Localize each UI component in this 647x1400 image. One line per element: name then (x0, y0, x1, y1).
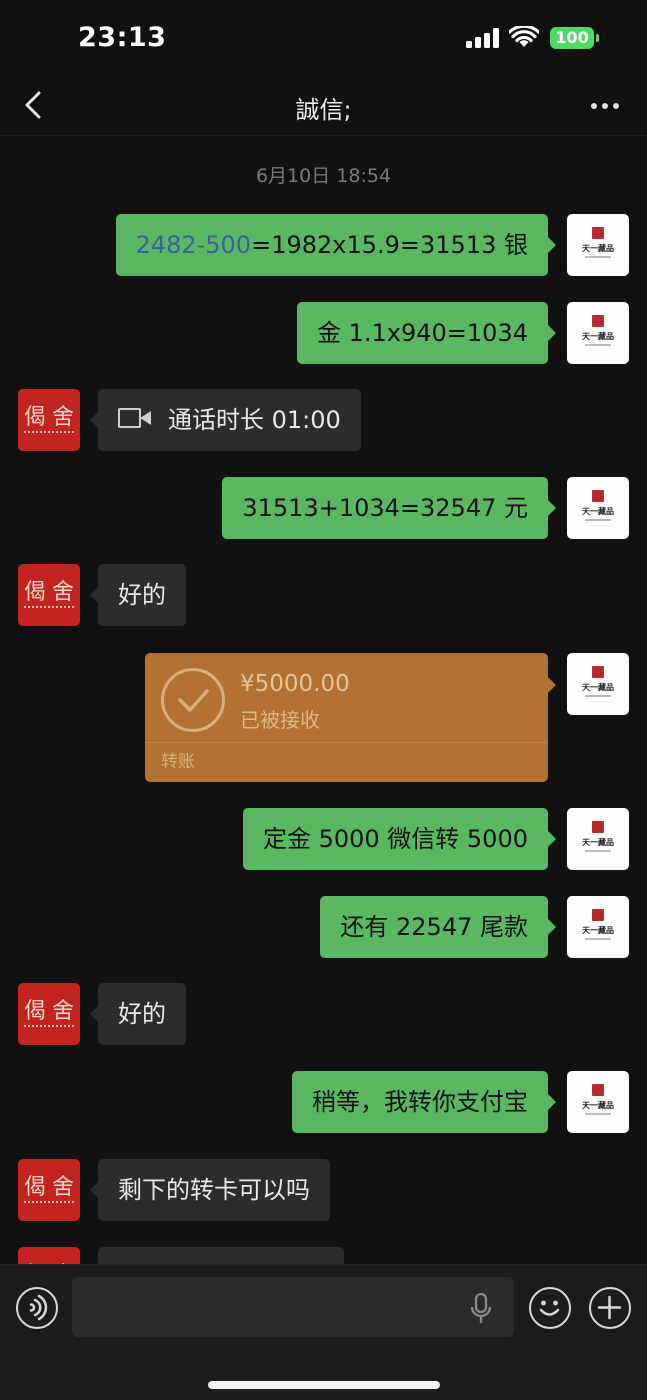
home-indicator[interactable] (208, 1381, 440, 1389)
avatar-self[interactable]: 天一藏品 (567, 896, 629, 958)
seal-icon (592, 909, 604, 921)
more-dots-icon (591, 103, 597, 109)
avatar-contact[interactable]: 偈 舍 (18, 1159, 80, 1221)
message-list[interactable]: 6月10日 18:54 2482-500=1982x15.9=31513 银 天… (0, 137, 647, 1264)
message-timestamp: 6月10日 18:54 (255, 165, 392, 187)
message-bubble[interactable]: 金 1.1x940=1034 (297, 302, 556, 364)
message-text: 31513+1034=32547 元 (242, 494, 528, 522)
transfer-amount: ¥5000.00 (240, 671, 350, 697)
avatar-self[interactable]: 天一藏品 (567, 477, 629, 539)
seal-icon (592, 666, 604, 678)
checkmark-circle-icon (161, 668, 225, 732)
message-text: 好的 (118, 1000, 166, 1028)
avatar-self[interactable]: 天一藏品 (567, 214, 629, 276)
avatar-brand: 天一藏品 (582, 838, 614, 847)
message-text: 定金 5000 微信转 5000 (262, 825, 528, 853)
avatar-contact[interactable]: 偈 舍 (18, 1247, 80, 1264)
status-bar: 23:13 100 (0, 0, 647, 78)
seal-icon (592, 1084, 604, 1096)
emoji-button[interactable] (529, 1287, 571, 1329)
message-text: 金 1.1x940=1034 (317, 319, 528, 347)
transfer-card[interactable]: ¥5000.00 已被接收 转账 (145, 653, 556, 782)
chat-title: 誠信; (295, 96, 352, 124)
transfer-label: 转账 (161, 752, 195, 772)
cellular-signal-icon (466, 28, 500, 48)
transfer-divider (145, 742, 548, 743)
status-time: 23:13 (78, 22, 167, 53)
message-text: 好的 (118, 581, 166, 609)
avatar-contact[interactable]: 偈 舍 (18, 983, 80, 1045)
avatar-self[interactable]: 天一藏品 (567, 808, 629, 870)
video-call-bubble[interactable]: 通话时长 01:00 (90, 389, 361, 451)
message-text: 剩下的转卡可以吗 (118, 1176, 310, 1204)
wifi-icon (509, 26, 539, 47)
more-options-button[interactable] (580, 88, 628, 124)
avatar-self[interactable]: 天一藏品 (567, 653, 629, 715)
avatar-brand: 天一藏品 (582, 507, 614, 516)
battery-icon: 100 (550, 27, 594, 49)
message-link[interactable]: 2482-500 (136, 231, 252, 259)
microphone-icon[interactable] (470, 1293, 492, 1325)
chat-header: 誠信; (0, 78, 647, 136)
avatar-self[interactable]: 天一藏品 (567, 1071, 629, 1133)
message-bubble[interactable] (98, 1247, 344, 1264)
input-bar (0, 1264, 647, 1400)
avatar-contact[interactable]: 偈 舍 (18, 564, 80, 626)
message-text: 稍等，我转你支付宝 (312, 1088, 528, 1116)
battery-tip (596, 34, 599, 42)
seal-icon (592, 821, 604, 833)
avatar-brand: 天一藏品 (582, 683, 614, 692)
message-bubble[interactable]: 好的 (90, 564, 186, 626)
message-text: 还有 22547 尾款 (340, 913, 528, 941)
message-bubble[interactable]: 还有 22547 尾款 (320, 896, 556, 958)
seal-icon (592, 490, 604, 502)
avatar-brand: 天一藏品 (582, 332, 614, 341)
seal-icon (592, 227, 604, 239)
more-actions-button[interactable] (589, 1287, 631, 1329)
avatar-contact[interactable]: 偈 舍 (18, 389, 80, 451)
message-text: =1982x15.9=31513 银 (251, 231, 528, 259)
message-bubble[interactable]: 31513+1034=32547 元 (222, 477, 556, 539)
message-input[interactable] (72, 1277, 514, 1337)
voice-mode-button[interactable] (16, 1287, 58, 1329)
call-duration-text: 通话时长 01:00 (168, 406, 341, 434)
voice-wave-icon (29, 1294, 48, 1321)
message-bubble[interactable]: 稍等，我转你支付宝 (292, 1071, 556, 1133)
video-camera-icon (118, 408, 152, 428)
seal-icon (592, 315, 604, 327)
message-bubble[interactable]: 好的 (90, 983, 186, 1045)
message-bubble[interactable]: 剩下的转卡可以吗 (90, 1159, 330, 1221)
smiley-face-icon (539, 1300, 560, 1316)
avatar-brand: 天一藏品 (582, 244, 614, 253)
message-bubble[interactable]: 2482-500=1982x15.9=31513 银 (115, 214, 557, 276)
avatar-brand: 天一藏品 (582, 1101, 614, 1110)
avatar-brand: 天一藏品 (582, 926, 614, 935)
message-bubble[interactable]: 定金 5000 微信转 5000 (242, 808, 557, 870)
transfer-status: 已被接收 (240, 708, 320, 732)
plus-icon (597, 1295, 622, 1320)
avatar-self[interactable]: 天一藏品 (567, 302, 629, 364)
